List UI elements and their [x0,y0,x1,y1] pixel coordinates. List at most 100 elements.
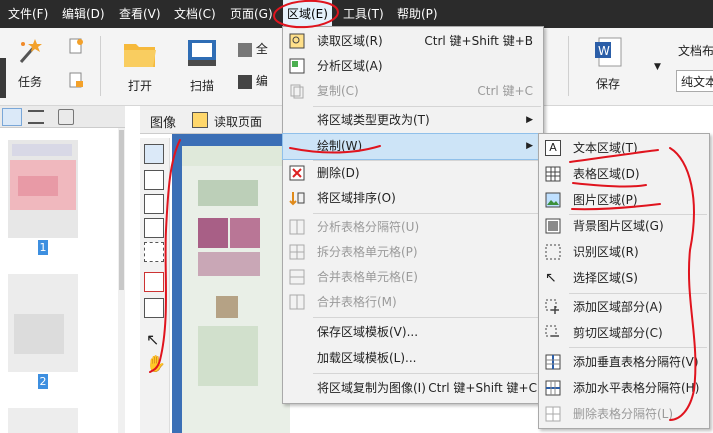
doc-options-icon[interactable] [68,72,84,88]
menu-separator [313,106,541,107]
region-menu: 读取区域(R) Ctrl 键+Shift 键+B 分析区域(A) 复制(C) C… [282,26,544,404]
layout-select[interactable]: 纯文本 [676,70,713,92]
page-thumbnail-3[interactable] [8,408,78,433]
text-region-tool-icon[interactable] [144,144,164,164]
submenu-item-cut-region-part[interactable]: 剪切区域部分(C) [539,321,709,346]
task-label: 任务 [17,75,42,89]
page-thumbnail-2[interactable] [8,274,78,372]
menu-separator [313,373,541,374]
image-label: 图像 [150,116,177,131]
menu-document[interactable]: 文档(C) [174,0,216,28]
picture-region-icon [545,192,561,208]
menu-item-change-region-type[interactable]: 将区域类型更改为(T) ▶ [283,108,543,133]
edit-button[interactable]: 编 [238,72,268,89]
table-region-tool-icon[interactable] [144,194,164,214]
menu-item-save-template[interactable]: 保存区域模板(V)... [283,320,543,345]
menu-tools[interactable]: 工具(T) [343,0,384,28]
submenu-item-delete-separator[interactable]: 删除表格分隔符(L) [539,402,709,427]
submenu-item-add-vertical-separator[interactable]: 添加垂直表格分隔符(V) [539,350,709,375]
ribbon-separator [568,36,569,96]
recognition-region-tool-icon[interactable] [144,242,164,262]
submenu-arrow-icon: ▶ [526,115,533,125]
menu-separator [313,317,541,318]
menu-separator [313,213,541,214]
menu-item-copy[interactable]: 复制(C) Ctrl 键+C [283,79,543,104]
save-dropdown-arrow-icon[interactable]: ▼ [654,62,661,72]
cut-region-part-icon [545,325,561,341]
submenu-item-add-region-part[interactable]: 添加区域部分(A) [539,295,709,320]
svg-text:W: W [598,44,610,58]
menu-item-split-cells[interactable]: 拆分表格单元格(P) [283,240,543,265]
menu-item-read-region[interactable]: 读取区域(R) Ctrl 键+Shift 键+B [283,29,543,54]
left-edge-handle [0,58,6,98]
menu-item-label: 将区域类型更改为(T) [317,113,430,127]
thumbnail-toolbar [0,106,125,128]
submenu-item-label: 删除表格分隔符(L) [573,407,674,421]
menu-view[interactable]: 查看(V) [119,0,161,28]
merge-rows-icon [289,294,305,310]
select-all-label: 全 [255,42,268,56]
split-cells-icon [289,244,305,260]
submenu-item-background-picture-region[interactable]: 背景图片区域(G) [539,214,709,239]
submenu-item-label: 文本区域(T) [573,141,638,155]
list-view-icon[interactable] [28,110,44,124]
submenu-item-recognition-region[interactable]: 识别区域(R) [539,240,709,265]
menu-file[interactable]: 文件(F) [8,0,48,28]
delete-separator-icon [545,406,561,422]
task-button[interactable]: 任务 [10,36,50,90]
menu-item-label: 绘制(W) [317,139,363,153]
menu-item-label: 拆分表格单元格(P) [317,245,418,259]
page-thumbnail-1[interactable] [8,140,78,238]
submenu-item-select-region[interactable]: ↖ 选择区域(S) [539,266,709,291]
scrollbar-thumb[interactable] [119,130,124,290]
read-page-icon [192,112,208,128]
menu-page[interactable]: 页面(G) [230,0,273,28]
menu-edit[interactable]: 编辑(D) [62,0,105,28]
thumbnail-scrollbar[interactable] [118,128,125,433]
submenu-item-label: 表格区域(D) [573,167,640,181]
magic-wand-icon [19,39,42,63]
menu-item-label: 将区域排序(O) [317,191,396,205]
menu-item-merge-rows[interactable]: 合并表格行(M) [283,290,543,315]
menu-item-sort-regions[interactable]: 将区域排序(O) [283,186,543,211]
submenu-item-add-horizontal-separator[interactable]: 添加水平表格分隔符(H) [539,376,709,401]
menu-help[interactable]: 帮助(P) [397,0,438,28]
menu-item-merge-cells[interactable]: 合并表格单元格(E) [283,265,543,290]
draw-submenu: A 文本区域(T) 表格区域(D) 图片区域(P) 背景图片区域(G) 识别区域… [538,133,710,429]
menu-item-shortcut: Ctrl 键+C [477,84,533,98]
submenu-item-table-region[interactable]: 表格区域(D) [539,162,709,187]
menu-item-load-template[interactable]: 加载区域模板(L)... [283,346,543,371]
hand-pan-icon[interactable]: ✋ [146,354,166,373]
menu-item-label: 复制(C) [317,84,359,98]
delete-region-tool-icon[interactable] [144,272,164,292]
delete-icon [289,165,305,181]
picture-region-tool-icon[interactable] [144,170,164,190]
document-image [182,146,290,433]
save-button[interactable]: W 保存 [588,36,628,92]
new-doc-icon[interactable] [68,38,84,54]
submenu-item-label: 添加区域部分(A) [573,300,663,314]
submenu-item-text-region[interactable]: A 文本区域(T) [539,136,709,161]
sort-region-tool-icon[interactable] [144,298,164,318]
menu-item-analyze-region[interactable]: 分析区域(A) [283,54,543,79]
menu-item-analyze-table-separators[interactable]: 分析表格分隔符(U) [283,215,543,240]
menu-item-delete[interactable]: 删除(D) [283,161,543,186]
menu-region[interactable]: 区域(E) [283,0,332,28]
menu-item-draw[interactable]: 绘制(W) ▶ [282,133,544,160]
menu-item-label: 合并表格单元格(E) [317,270,418,284]
scan-button[interactable]: 扫描 [180,38,224,94]
recognition-region-icon [545,244,561,260]
select-all-button[interactable]: 全 [238,40,268,57]
menu-item-shortcut: Ctrl 键+Shift 键+C [428,381,537,395]
background-region-tool-icon[interactable] [144,218,164,238]
submenu-item-picture-region[interactable]: 图片区域(P) [539,188,709,213]
page-settings-icon[interactable] [58,109,74,125]
thumbnail-view-icon[interactable] [2,108,22,126]
menu-item-copy-region-as-image[interactable]: 将区域复制为图像(I) Ctrl 键+Shift 键+C [283,376,543,401]
select-pointer-icon[interactable]: ↖ [146,330,159,349]
submenu-item-label: 剪切区域部分(C) [573,326,663,340]
select-region-icon: ↖ [545,270,557,286]
image-toolbar: 图像 读取页面 [140,106,290,134]
read-page-button[interactable]: 读取页面 [214,113,262,130]
open-button[interactable]: 打开 [118,38,162,94]
